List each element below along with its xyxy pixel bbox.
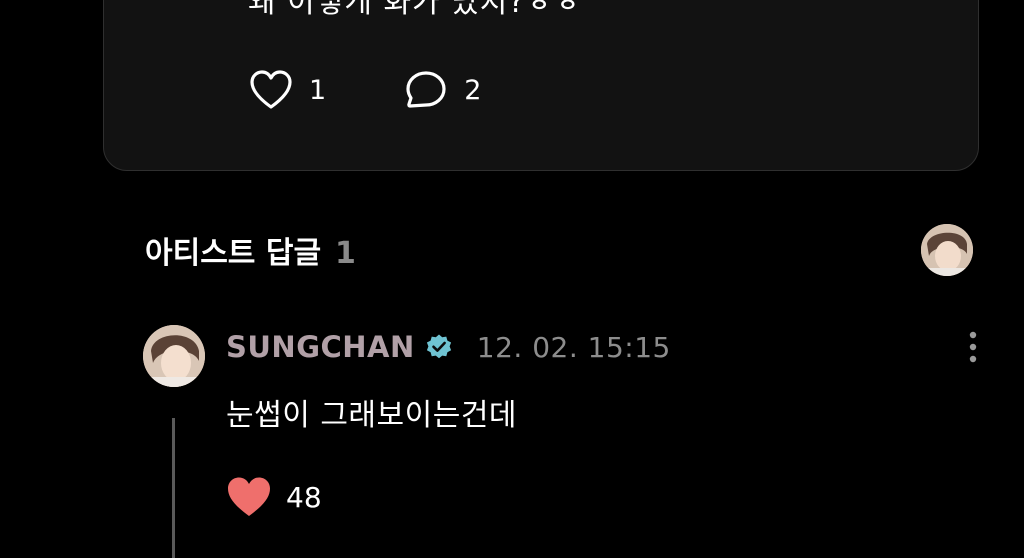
artist-replies-title: 아티스트 답글: [145, 236, 322, 271]
reply-text: 눈썹이 그래보이는건데: [226, 398, 518, 433]
artist-avatar-image: [921, 224, 973, 276]
post-text: 왜 이렇게 화가 났지?ㅎㅎ: [248, 0, 583, 20]
reply-like-count: 48: [286, 480, 322, 514]
comment-button[interactable]: 2: [404, 70, 481, 110]
vertical-ellipsis-icon: [969, 331, 977, 363]
reply-thread-line: [172, 418, 175, 558]
speech-bubble-icon: [406, 71, 446, 108]
heart-outline-icon: [250, 70, 292, 109]
reply-author-avatar[interactable]: [143, 325, 205, 387]
reply-timestamp: 12. 02. 15:15: [476, 330, 671, 364]
post-card: 왜 이렇게 화가 났지?ㅎㅎ 1 2: [103, 0, 979, 171]
post-actions: 1 2: [249, 70, 559, 110]
heart-filled-icon: [228, 477, 270, 516]
like-button[interactable]: 1: [249, 70, 326, 110]
more-options-button[interactable]: [962, 330, 984, 366]
artist-avatar[interactable]: [921, 224, 973, 276]
artist-replies-header: 아티스트 답글 1: [145, 228, 356, 272]
like-count: 1: [309, 74, 327, 106]
comment-count: 2: [464, 74, 482, 106]
artist-replies-count: 1: [335, 236, 356, 271]
reply-like-button[interactable]: 48: [226, 476, 322, 518]
reply-author-name[interactable]: SUNGCHAN: [226, 330, 415, 364]
reply-meta: SUNGCHAN 12. 02. 15:15: [226, 330, 671, 364]
verified-badge-icon: [426, 334, 451, 359]
reply-avatar-image: [143, 325, 205, 387]
